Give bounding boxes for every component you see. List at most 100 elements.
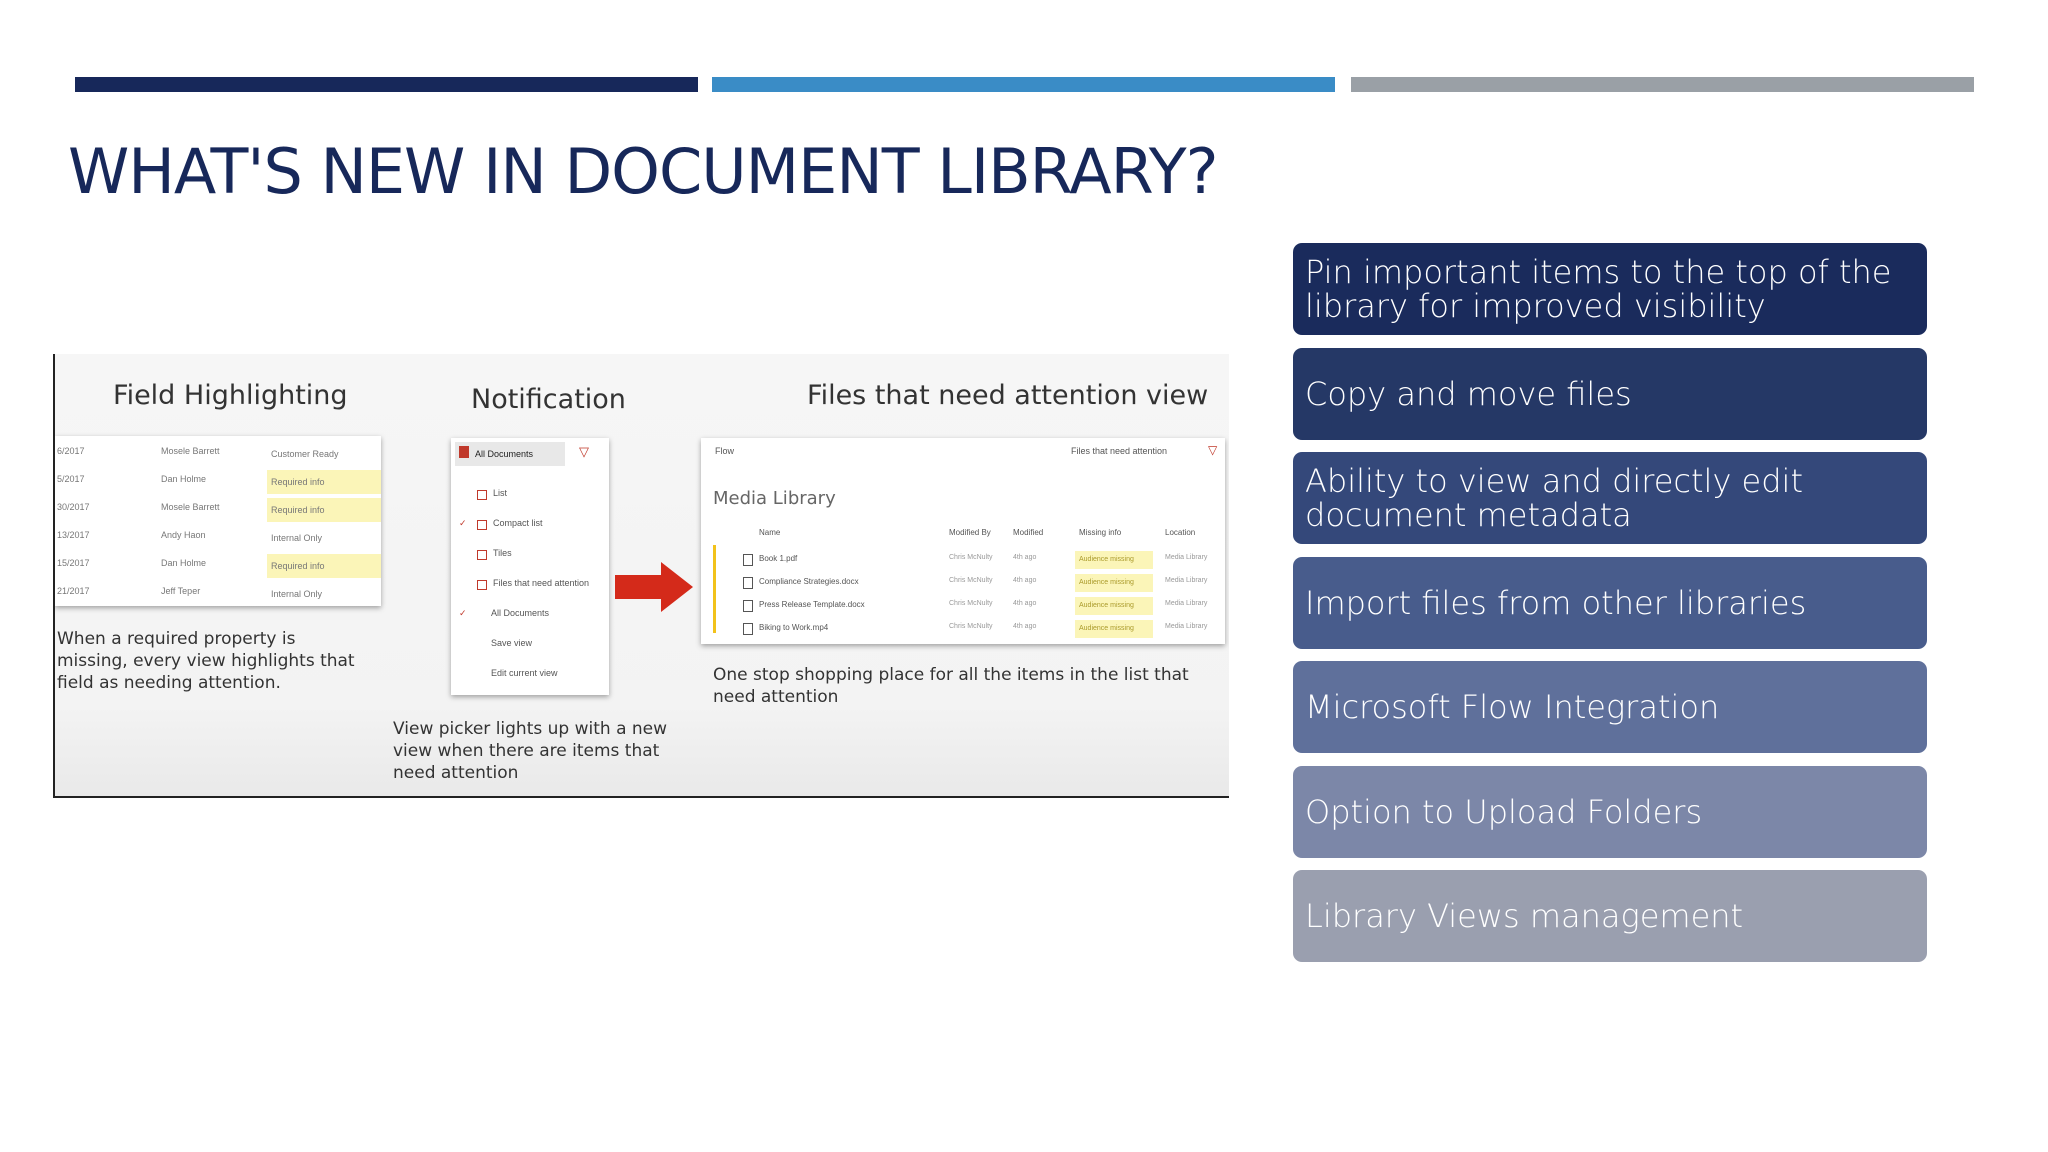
status-cell: Internal Only — [271, 533, 323, 543]
accent-bar-gray — [1351, 77, 1974, 92]
feature-card: Copy and move files — [1293, 347, 1927, 440]
view-menu-item[interactable]: ✓ All Documents — [451, 602, 609, 626]
document-icon — [459, 446, 469, 458]
missing-info-cell: Audience missing — [1075, 551, 1153, 569]
view-menu-label: Tiles — [493, 548, 512, 558]
library-name: Media Library — [713, 488, 836, 509]
date-cell: 30/2017 — [57, 502, 90, 512]
column-header[interactable]: Location — [1165, 528, 1195, 537]
view-icon — [477, 580, 487, 590]
missing-info-cell: Audience missing — [1075, 620, 1153, 638]
modified-by-cell: Chris McNulty — [949, 554, 993, 561]
date-cell: 13/2017 — [57, 530, 90, 540]
status-cell: Internal Only — [271, 589, 323, 599]
file-name: Biking to Work.mp4 — [759, 623, 829, 632]
person-cell: Jeff Teper — [161, 586, 201, 596]
view-menu-label: Save view — [491, 638, 533, 648]
table-row: 13/2017 Andy Haon Internal Only — [55, 526, 381, 550]
file-icon — [743, 600, 753, 612]
status-cell: Required info — [267, 554, 381, 578]
view-picker-dropdown[interactable]: All Documents — [455, 442, 565, 466]
feature-label: Option to Upload Folders — [1305, 792, 1703, 831]
location-cell: Media Library — [1165, 554, 1208, 561]
modified-by-cell: Chris McNulty — [949, 577, 993, 584]
location-cell: Media Library — [1165, 577, 1208, 584]
table-row: 6/2017 Mosele Barrett Customer Ready — [55, 442, 381, 466]
notification-heading: Notification — [471, 384, 626, 415]
view-menu-item[interactable]: List — [451, 482, 609, 506]
media-library-panel: Flow Files that need attention ▽ Media L… — [701, 438, 1225, 644]
modified-by-cell: Chris McNulty — [949, 600, 993, 607]
feature-label: Library Views management — [1305, 897, 1744, 935]
table-row: 5/2017 Dan Holme Required info — [55, 470, 381, 494]
person-cell: Andy Haon — [161, 530, 206, 540]
modified-by-cell: Chris McNulty — [949, 623, 993, 630]
feature-screenshot: Field Highlighting 6/2017 Mosele Barrett C… — [53, 354, 1229, 798]
feature-card: Import files from other libraries — [1293, 556, 1927, 649]
missing-info-cell: Audience missing — [1075, 574, 1153, 592]
file-row[interactable]: Compliance Strategies.docx Chris McNulty 4… — [701, 573, 1225, 593]
file-name: Compliance Strategies.docx — [759, 577, 859, 586]
column-header[interactable]: Modified — [1013, 528, 1043, 537]
view-picker-menu: All Documents ▽ List ✓ Compact list Tiles Fi… — [451, 438, 609, 695]
file-row[interactable]: Book 1.pdf Chris McNulty 4th ago Audience m… — [701, 550, 1225, 570]
table-row: 30/2017 Mosele Barrett Required info — [55, 498, 381, 522]
accent-bar-blue — [712, 77, 1335, 92]
person-cell: Mosele Barrett — [161, 446, 220, 456]
column-header[interactable]: Missing info — [1079, 528, 1121, 537]
status-cell: Customer Ready — [271, 449, 339, 459]
attention-view-caption: One stop shopping place for all the item… — [713, 665, 1189, 707]
column-header[interactable]: Name — [759, 528, 780, 537]
date-cell: 6/2017 — [57, 446, 85, 456]
attention-view-picker[interactable]: Files that need attention — [1071, 446, 1167, 456]
feature-card: Option to Upload Folders — [1293, 765, 1927, 858]
field-highlighting-table: 6/2017 Mosele Barrett Customer Ready 5/2017… — [55, 436, 381, 606]
view-icon — [477, 550, 487, 560]
view-menu-item[interactable]: Tiles — [451, 542, 609, 566]
feature-card: Library Views management — [1293, 870, 1927, 962]
field-highlighting-heading: Field Highlighting — [113, 380, 348, 411]
feature-label: Microsoft Flow Integration — [1305, 688, 1720, 726]
file-icon — [743, 577, 753, 589]
view-icon — [477, 490, 487, 500]
view-picker-label: All Documents — [475, 449, 534, 459]
view-menu-label: Files that need attention — [493, 578, 590, 588]
modified-cell: 4th ago — [1013, 623, 1037, 630]
check-icon: ✓ — [459, 608, 467, 618]
date-cell: 5/2017 — [57, 474, 85, 484]
view-menu-item[interactable]: Files that need attention — [451, 572, 609, 596]
view-menu-item[interactable]: ✓ Compact list — [451, 512, 609, 536]
feature-label: Import files from other libraries — [1305, 583, 1807, 622]
filter-icon[interactable]: ▽ — [1208, 443, 1217, 457]
notification-caption: View picker lights up with a new view wh… — [393, 719, 668, 783]
file-row[interactable]: Press Release Template.docx Chris McNulty… — [701, 596, 1225, 616]
flow-menu[interactable]: Flow — [715, 446, 734, 456]
modified-cell: 4th ago — [1013, 600, 1037, 607]
view-menu-item[interactable]: Save view — [451, 632, 609, 656]
view-menu-label: List — [493, 488, 508, 498]
field-highlighting-caption: When a required property is missing, eve… — [57, 629, 355, 693]
file-icon — [743, 623, 753, 635]
table-row: 15/2017 Dan Holme Required info — [55, 554, 381, 578]
file-row[interactable]: Biking to Work.mp4 Chris McNulty 4th ago Au… — [701, 619, 1225, 639]
file-icon — [743, 554, 753, 566]
missing-info-cell: Audience missing — [1075, 597, 1153, 615]
view-menu-item[interactable]: Edit current view — [451, 662, 609, 686]
filter-icon[interactable]: ▽ — [579, 444, 589, 460]
date-cell: 21/2017 — [57, 586, 90, 596]
column-header[interactable]: Modified By — [949, 528, 991, 537]
status-cell: Required info — [267, 470, 381, 494]
date-cell: 15/2017 — [57, 558, 90, 568]
file-name: Press Release Template.docx — [759, 600, 865, 609]
attention-view-heading: Files that need attention view — [807, 380, 1209, 411]
view-menu-label: Edit current view — [491, 668, 558, 678]
slide-title: WHAT'S NEW IN DOCUMENT LIBRARY? — [68, 135, 1219, 208]
view-menu-label: Compact list — [493, 518, 543, 528]
feature-card: Pin important items to the top of the li… — [1293, 243, 1927, 335]
person-cell: Dan Holme — [161, 558, 207, 568]
check-icon: ✓ — [459, 518, 467, 528]
location-cell: Media Library — [1165, 623, 1208, 630]
feature-label: Copy and move files — [1305, 374, 1632, 413]
modified-cell: 4th ago — [1013, 577, 1037, 584]
feature-label: Ability to view and directly edit docume… — [1305, 462, 1803, 534]
